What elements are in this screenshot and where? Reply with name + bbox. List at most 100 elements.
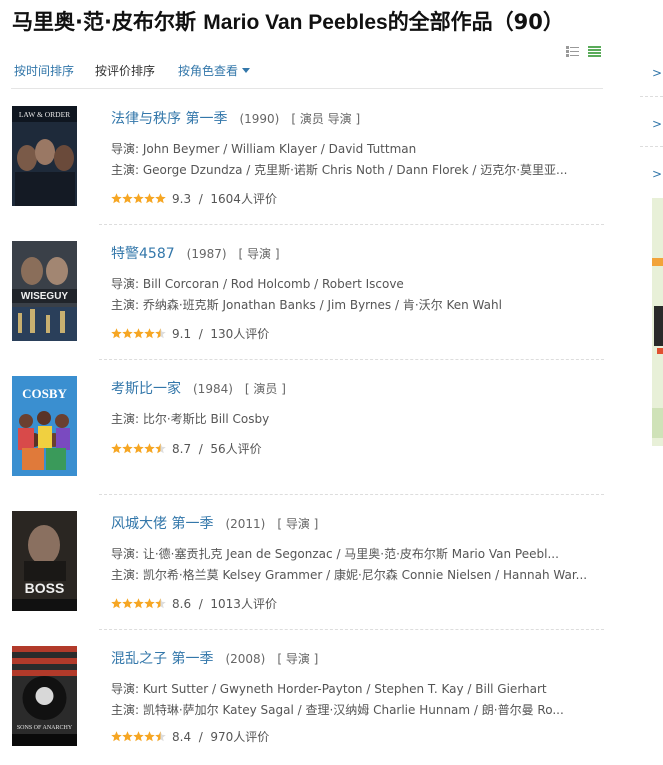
rating-score: 9.1 [172, 327, 192, 341]
list-item: BOSS 风城大佬 第一季 (2011) [ 导演 ] 导演: 让·德·塞贡扎克 J… [12, 495, 604, 630]
rating-row: 8.4 / 970人评价 [111, 728, 269, 745]
cast-line: 主演: George Dzundza / 克里斯·诺斯 Chris Noth /… [111, 163, 568, 177]
view-by-role-dropdown[interactable]: 按角色查看 [178, 62, 251, 79]
work-role: [ 导演 ] [277, 517, 319, 531]
work-year: (1990) [239, 112, 280, 126]
poster-caption: COSBY [22, 386, 67, 401]
work-year: (2008) [225, 652, 266, 666]
star-1 [111, 193, 122, 204]
poster-image[interactable]: LAW & ORDER [12, 106, 77, 206]
work-title-row: 特警4587 (1987) [ 导演 ] [111, 243, 280, 263]
work-role: [ 演员 ] [244, 382, 286, 396]
poster-caption: SONS OF ANARCHY [17, 725, 73, 731]
chevron-right-icon[interactable]: > [652, 66, 662, 80]
work-title-link[interactable]: 特警4587 [111, 246, 175, 262]
work-title-link[interactable]: 法律与秩序 第一季 [111, 111, 227, 127]
star-3 [133, 731, 144, 742]
star-rating-icon [111, 193, 166, 204]
cast-line: 主演: 凯特琳·萨加尔 Katey Sagal / 查理·汉纳姆 Charlie… [111, 703, 564, 717]
star-2 [122, 731, 133, 742]
poster-caption: BOSS [25, 580, 65, 596]
poster-image[interactable]: BOSS [12, 511, 77, 611]
rating-score: 8.4 [172, 730, 192, 744]
work-year: (2011) [225, 517, 266, 531]
star-rating-icon [111, 598, 166, 609]
rating-score: 8.7 [172, 442, 192, 456]
page-title: 马里奥·范·皮布尔斯 Mario Van Peebles的全部作品（90） [12, 6, 564, 36]
star-1 [111, 731, 122, 742]
star-4 [144, 443, 155, 454]
rating-votes: 1013人评价 [210, 597, 277, 611]
right-sidebar: > > > [612, 0, 663, 748]
star-2 [122, 598, 133, 609]
work-role: [ 导演 ] [277, 652, 319, 666]
work-title-row: 法律与秩序 第一季 (1990) [ 演员 导演 ] [111, 108, 360, 128]
rating-votes: 56人评价 [210, 442, 262, 456]
chevron-right-icon[interactable]: > [652, 167, 662, 181]
poster-caption: LAW & ORDER [19, 110, 70, 119]
grid-view-icon[interactable] [588, 46, 601, 57]
list-item: COSBY 考斯比一家 (1984) [ 演员 ] 主演: 比尔·考斯比 Bill … [12, 360, 604, 495]
star-2 [122, 193, 133, 204]
star-3 [133, 328, 144, 339]
work-title-row: 风城大佬 第一季 (2011) [ 导演 ] [111, 513, 318, 533]
work-role: [ 演员 导演 ] [291, 112, 361, 126]
divider [11, 88, 603, 89]
list-view-icon[interactable] [566, 46, 579, 57]
directors-line: 导演: John Beymer / William Klayer / David… [111, 142, 417, 156]
star-4 [144, 193, 155, 204]
star-4 [144, 328, 155, 339]
work-title-link[interactable]: 考斯比一家 [111, 381, 181, 397]
cast-line: 主演: 凯尔希·格兰莫 Kelsey Grammer / 康妮·尼尔森 Conn… [111, 568, 588, 582]
rating-row: 8.6 / 1013人评价 [111, 595, 277, 612]
directors-line: 导演: Bill Corcoran / Rod Holcomb / Robert… [111, 277, 404, 291]
star-rating-icon [111, 731, 166, 742]
rating-row: 9.1 / 130人评价 [111, 325, 269, 342]
view-by-role-label: 按角色查看 [178, 64, 239, 78]
star-rating-icon [111, 443, 166, 454]
cast-line: 主演: 乔纳森·班克斯 Jonathan Banks / Jim Byrnes … [111, 298, 502, 312]
list-item: WISEGUY 特警4587 (1987) [ 导演 ] 导演: Bill Corc… [12, 225, 604, 360]
directors-line: 导演: Kurt Sutter / Gwyneth Horder-Payton … [111, 682, 547, 696]
poster-image[interactable]: COSBY [12, 376, 77, 476]
list-item: LAW & ORDER 法律与秩序 第一季 (1990) [ 演员 导演 ] 导演:… [12, 90, 604, 225]
work-title-link[interactable]: 风城大佬 第一季 [111, 516, 213, 532]
star-4 [144, 731, 155, 742]
star-3 [133, 598, 144, 609]
star-3 [133, 193, 144, 204]
star-5 [155, 193, 166, 204]
title-chinese-name: 马里奥·范·皮布尔斯 [12, 10, 204, 34]
poster-caption: WISEGUY [21, 291, 69, 302]
caret-down-icon [242, 68, 251, 73]
work-year: (1984) [193, 382, 233, 396]
star-4 [144, 598, 155, 609]
star-1 [111, 598, 122, 609]
rating-votes: 130人评价 [210, 327, 270, 341]
star-2 [122, 443, 133, 454]
star-1 [111, 443, 122, 454]
star-rating-icon [111, 328, 166, 339]
star-3 [133, 443, 144, 454]
cast-line: 主演: 比尔·考斯比 Bill Cosby [111, 412, 270, 426]
sort-by-time-link[interactable]: 按时间排序 [14, 62, 74, 79]
work-title-row: 混乱之子 第一季 (2008) [ 导演 ] [111, 648, 318, 668]
rating-row: 9.3 / 1604人评价 [111, 190, 277, 207]
chevron-right-icon[interactable]: > [652, 117, 662, 131]
title-suffix: 的全部作品（90） [387, 10, 564, 34]
sidebar-divider [640, 146, 663, 147]
sort-by-rating-link[interactable]: 按评价排序 [95, 62, 155, 79]
work-title-row: 考斯比一家 (1984) [ 演员 ] [111, 378, 286, 398]
star-2 [122, 328, 133, 339]
poster-image[interactable]: WISEGUY [12, 241, 77, 341]
directors-line: 导演: 让·德·塞贡扎克 Jean de Segonzac / 马里奥·范·皮布… [111, 547, 559, 561]
title-english-name: Mario Van Peebles [203, 11, 388, 34]
work-year: (1987) [186, 247, 227, 261]
rating-score: 8.6 [172, 597, 192, 611]
list-item: SONS OF ANARCHY 混乱之子 第一季 (2008) [ 导演 ] 导演:… [12, 630, 604, 765]
ad-banner[interactable] [652, 198, 663, 446]
rating-votes: 970人评价 [210, 730, 270, 744]
work-title-link[interactable]: 混乱之子 第一季 [111, 651, 213, 667]
work-role: [ 导演 ] [238, 247, 280, 261]
sidebar-divider [640, 96, 663, 97]
poster-image[interactable]: SONS OF ANARCHY [12, 646, 77, 746]
